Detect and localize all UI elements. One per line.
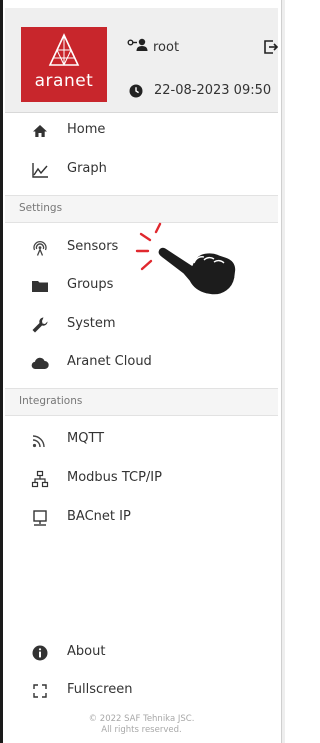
nav-item-about[interactable]: About	[5, 634, 278, 672]
sidebar-item-system[interactable]: System	[5, 306, 278, 344]
nav-item-label: About	[67, 644, 106, 659]
nav-item-label: Home	[67, 122, 106, 137]
monitor-icon	[33, 510, 47, 526]
section-title: Integrations	[19, 395, 83, 407]
fullscreen-icon	[33, 684, 47, 698]
sidebar-item-label: System	[67, 316, 116, 331]
sidebar-header: aranet root 22-08-2023 09:50	[5, 8, 279, 112]
cloud-icon	[31, 357, 49, 370]
user-name: root	[153, 40, 180, 55]
graph-icon	[32, 163, 48, 178]
network-icon	[31, 470, 49, 488]
aranet-logo-icon	[48, 33, 80, 66]
user-key-icon	[127, 38, 148, 51]
nav-item-label: Graph	[67, 161, 107, 176]
sidebar-item-label: BACnet IP	[67, 509, 131, 524]
nav-item-graph[interactable]: Graph	[5, 151, 278, 189]
section-header-settings: Settings	[5, 195, 278, 223]
sidebar-item-bacnet[interactable]: BACnet IP	[5, 499, 278, 537]
hand-pointer-icon	[135, 222, 237, 296]
logout-icon[interactable]	[263, 39, 279, 55]
info-icon	[32, 645, 48, 661]
current-datetime: 22-08-2023 09:50	[154, 83, 272, 98]
copyright-notice: © 2022 SAF Tehnika JSC. All rights reser…	[5, 714, 278, 736]
sidebar-item-mqtt[interactable]: MQTT	[5, 421, 278, 459]
aranet-logo[interactable]: aranet	[21, 27, 107, 102]
sidebar-item-aranet-cloud[interactable]: Aranet Cloud	[5, 344, 278, 382]
window-frame-left	[0, 0, 3, 743]
sidebar-item-label: Aranet Cloud	[67, 354, 152, 369]
home-icon	[33, 125, 47, 137]
clock-icon	[129, 84, 143, 98]
sensor-icon	[33, 240, 47, 256]
copyright-line: © 2022 SAF Tehnika JSC.	[88, 714, 195, 724]
logo-text: aranet	[34, 71, 94, 91]
sidebar-item-label: Sensors	[67, 239, 119, 254]
copyright-line: All rights reserved.	[101, 725, 182, 735]
nav-item-fullscreen[interactable]: Fullscreen	[5, 672, 278, 710]
nav-item-label: Fullscreen	[67, 682, 133, 697]
sidebar-item-label: MQTT	[67, 431, 105, 446]
sidebar-item-label: Groups	[67, 277, 114, 292]
section-header-integrations: Integrations	[5, 388, 278, 416]
scrollbar-track[interactable]	[281, 0, 285, 743]
folder-icon	[32, 281, 48, 292]
wrench-icon	[32, 317, 48, 333]
sidebar-item-modbus[interactable]: Modbus TCP/IP	[5, 460, 278, 498]
nav-item-home[interactable]: Home	[5, 112, 278, 150]
section-title: Settings	[19, 202, 63, 214]
rss-icon	[32, 435, 45, 448]
sidebar-item-label: Modbus TCP/IP	[67, 470, 162, 485]
